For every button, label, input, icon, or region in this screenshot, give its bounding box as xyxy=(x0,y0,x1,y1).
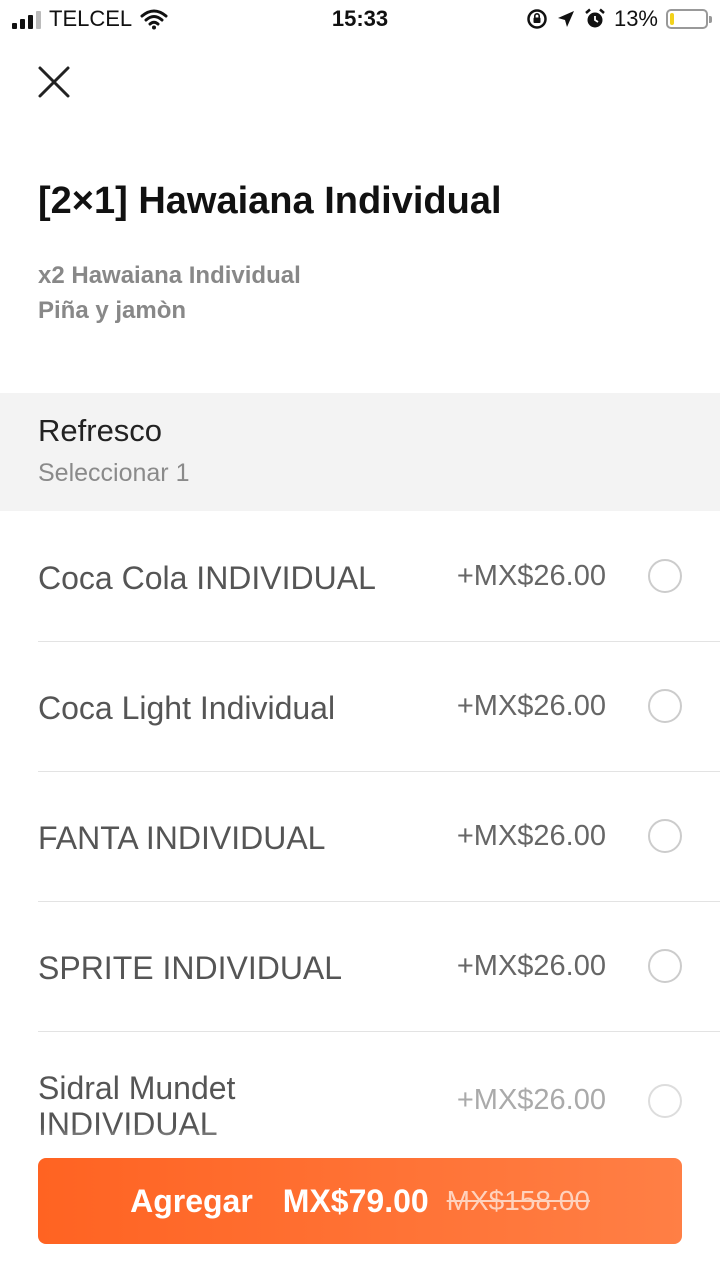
option-name: SPRITE INDIVIDUAL xyxy=(38,950,343,986)
product-description-line2: Piña y jamòn xyxy=(38,297,187,324)
option-price: +MX$26.00 xyxy=(456,1084,606,1116)
status-bar: TELCEL 15:33 13% xyxy=(0,0,720,40)
option-row[interactable]: Coca Cola INDIVIDUAL +MX$26.00 xyxy=(0,512,720,642)
radio-button[interactable] xyxy=(648,819,682,853)
battery-level xyxy=(670,13,674,25)
radio-button[interactable] xyxy=(648,1084,682,1118)
add-button-label: Agregar xyxy=(130,1182,253,1219)
option-row[interactable]: Coca Light Individual +MX$26.00 xyxy=(0,642,720,772)
close-icon[interactable] xyxy=(36,64,72,100)
section-title: Refresco xyxy=(38,413,163,448)
option-price: +MX$26.00 xyxy=(456,690,606,722)
radio-button[interactable] xyxy=(648,949,682,983)
status-right: 13% xyxy=(526,6,712,32)
radio-button[interactable] xyxy=(648,559,682,593)
option-name: Coca Light Individual xyxy=(38,690,336,726)
product-description: x2 Hawaiana Individual Piña y jamòn xyxy=(38,258,301,328)
option-row[interactable]: FANTA INDIVIDUAL +MX$26.00 xyxy=(0,772,720,902)
option-row[interactable]: SPRITE INDIVIDUAL +MX$26.00 xyxy=(0,902,720,1032)
option-price: +MX$26.00 xyxy=(456,820,606,852)
battery-percent: 13% xyxy=(613,6,658,31)
original-price: MX$158.00 xyxy=(446,1185,590,1216)
battery-icon xyxy=(666,9,712,29)
location-arrow-icon xyxy=(557,11,574,27)
add-button-price: MX$79.00 xyxy=(282,1182,429,1219)
alarm-icon xyxy=(585,8,605,28)
section-subtitle: Seleccionar 1 xyxy=(38,459,190,487)
radio-button[interactable] xyxy=(648,689,682,723)
option-price: +MX$26.00 xyxy=(456,560,606,592)
product-description-line1: x2 Hawaiana Individual xyxy=(38,262,301,289)
option-name: FANTA INDIVIDUAL xyxy=(38,820,326,856)
rotation-lock-icon xyxy=(527,9,547,29)
scroll-fade xyxy=(0,1128,720,1158)
product-title: [2×1] Hawaiana Individual xyxy=(38,180,502,222)
option-price: +MX$26.00 xyxy=(456,950,606,982)
options-list: Coca Cola INDIVIDUAL +MX$26.00 Coca Ligh… xyxy=(0,512,720,1162)
modifier-section-header: Refresco Seleccionar 1 xyxy=(0,393,720,511)
option-name: Coca Cola INDIVIDUAL xyxy=(38,560,376,596)
add-to-cart-button[interactable]: Agregar MX$79.00 MX$158.00 xyxy=(38,1158,682,1244)
